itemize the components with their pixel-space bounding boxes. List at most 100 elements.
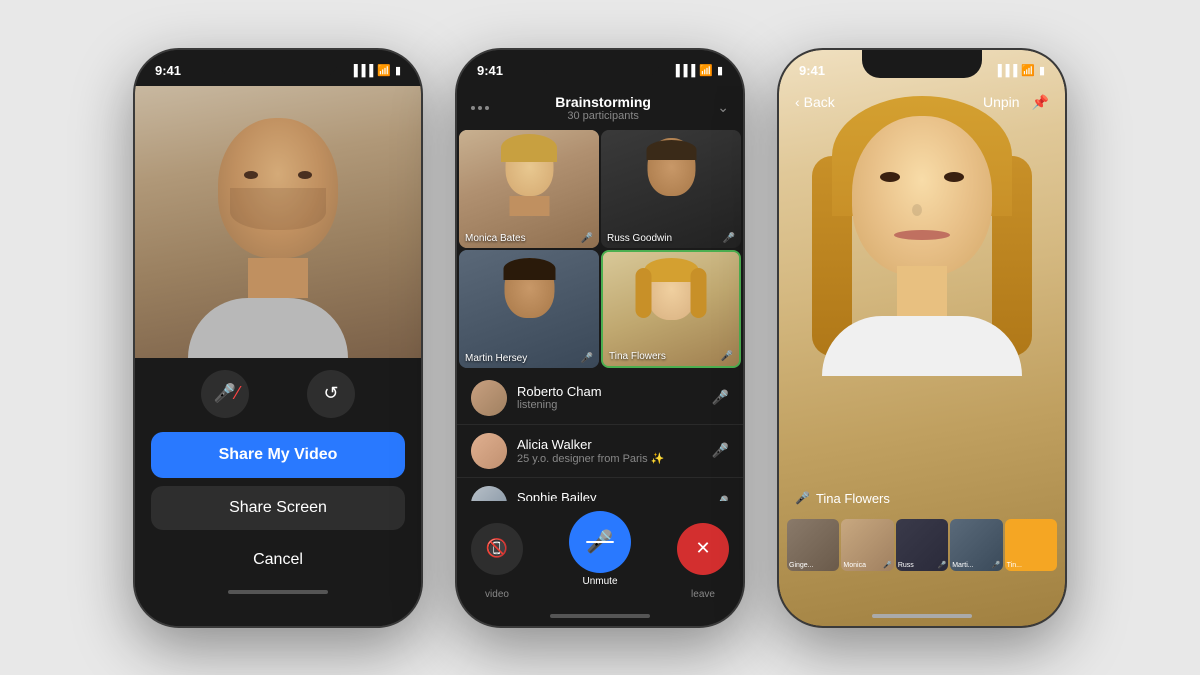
pin-icon: 📌 — [1032, 94, 1049, 111]
roberto-avatar — [471, 380, 507, 416]
thumb-martin-mic: 🎤 — [992, 561, 1001, 569]
unmute-button[interactable]: 🎤 — [569, 511, 631, 573]
martin-mic-icon: 🎤 — [581, 353, 593, 364]
russ-label: Russ Goodwin — [607, 233, 672, 244]
phone3-nav: ‹ Back Unpin 📌 — [779, 86, 1065, 119]
roberto-name: Roberto Cham — [517, 384, 712, 399]
header-actions: Unpin 📌 — [983, 94, 1049, 111]
leave-icon: ✕ — [695, 538, 710, 559]
video-cell-tina[interactable]: Tina Flowers 🎤 — [601, 250, 741, 368]
wifi-icon-3: 📶 — [1021, 64, 1035, 77]
battery-icon-3: ▮ — [1039, 64, 1045, 77]
leave-ctrl-label: leave — [677, 589, 729, 600]
alicia-name: Alicia Walker — [517, 437, 712, 452]
icon-row: 🎤⁄ ↺ — [151, 370, 405, 418]
participant-sophie[interactable]: Sophie Bailey listening 🎤 — [457, 478, 743, 501]
phone1-content: 9:41 ▐▐▐ 📶 ▮ — [135, 50, 421, 626]
martin-face — [502, 258, 557, 326]
back-button[interactable]: ‹ Back — [795, 94, 835, 110]
wifi-icon-1: 📶 — [377, 64, 391, 77]
status-bar-1: 9:41 ▐▐▐ 📶 ▮ — [135, 50, 421, 86]
tina-face-shape — [852, 116, 992, 276]
back-chevron-icon: ‹ — [795, 94, 800, 110]
status-bar-2: 9:41 ▐▐▐ 📶 ▮ — [457, 50, 743, 86]
battery-icon-2: ▮ — [717, 64, 723, 77]
video-cell-martin[interactable]: Martin Hersey 🎤 — [459, 250, 599, 368]
roberto-mic-icon: 🎤 — [712, 389, 729, 406]
beard — [230, 188, 326, 230]
video-off-icon: 📵 — [486, 538, 508, 559]
thumb-monica-mic: 🎤 — [883, 561, 892, 569]
monica-label: Monica Bates — [465, 233, 526, 244]
video-cell-monica[interactable]: Monica Bates 🎤 — [459, 130, 599, 248]
thumb-monica[interactable]: Monica 🎤 — [841, 519, 893, 571]
phone1-controls: 🎤⁄ ↺ Share My Video Share Screen Cancel — [135, 358, 421, 626]
share-video-button[interactable]: Share My Video — [151, 432, 405, 478]
thumb-martin[interactable]: Marti... 🎤 — [950, 519, 1002, 571]
call-controls: 📵 🎤 Unmute ✕ — [457, 501, 743, 587]
more-options-button[interactable] — [471, 106, 489, 110]
mute-button-1[interactable]: 🎤⁄ — [201, 370, 249, 418]
home-bar-3 — [872, 614, 972, 618]
sophie-info: Sophie Bailey listening — [517, 490, 712, 501]
share-screen-button[interactable]: Share Screen — [151, 486, 405, 530]
signal-icon-1: ▐▐▐ — [350, 65, 373, 77]
dot-2 — [478, 106, 482, 110]
mic-off-icon: 🎤⁄ — [214, 383, 236, 404]
unmute-label: Unmute — [582, 576, 617, 587]
thumbnail-strip: Ginge... Monica 🎤 Russ 🎤 Marti... 🎤 Tin.… — [779, 519, 1065, 571]
participant-list: Roberto Cham listening 🎤 Alicia Walker 2… — [457, 372, 743, 501]
thumb-ginger-label: Ginge... — [789, 562, 814, 569]
unpin-button[interactable]: Unpin — [983, 94, 1020, 110]
pinned-name: Tina Flowers — [816, 491, 890, 506]
home-indicator-3 — [779, 614, 1065, 618]
thumb-tina[interactable]: Tin... — [1005, 519, 1057, 571]
tina-body — [822, 316, 1022, 376]
phone-3: 9:41 ▐▐▐ 📶 ▮ ‹ Back Unpin 📌 — [777, 48, 1067, 628]
participant-alicia[interactable]: Alicia Walker 25 y.o. designer from Pari… — [457, 425, 743, 478]
chevron-down-icon[interactable]: ⌄ — [717, 99, 729, 116]
thumb-russ[interactable]: Russ 🎤 — [896, 519, 948, 571]
monica-hair — [501, 134, 557, 162]
martin-video — [459, 250, 599, 368]
video-toggle-button[interactable]: 📵 — [471, 523, 523, 575]
tina-large-face — [822, 96, 1022, 376]
ctrl-labels: video leave — [457, 587, 743, 606]
mic-muted-icon: 🎤 — [586, 529, 613, 555]
tina-video — [603, 252, 739, 366]
right-eye — [298, 171, 312, 179]
thumb-ginger[interactable]: Ginge... — [787, 519, 839, 571]
cancel-button[interactable]: Cancel — [151, 538, 405, 582]
participant-roberto[interactable]: Roberto Cham listening 🎤 — [457, 372, 743, 425]
russ-face — [644, 138, 699, 206]
signal-icon-3: ▐▐▐ — [994, 65, 1017, 77]
status-time-1: 9:41 — [155, 63, 181, 78]
mute-ctrl-label — [569, 589, 631, 600]
face-shape — [208, 118, 348, 288]
status-time-3: 9:41 — [799, 63, 825, 78]
call-title: Brainstorming — [555, 94, 651, 110]
rotate-camera-button[interactable]: ↺ — [307, 370, 355, 418]
call-title-area: Brainstorming 30 participants — [555, 94, 651, 122]
russ-mic-icon: 🎤 — [723, 233, 735, 244]
mute-control-group: 🎤 Unmute — [569, 511, 631, 587]
sophie-name: Sophie Bailey — [517, 490, 712, 501]
wifi-icon-2: 📶 — [699, 64, 713, 77]
monica-video — [459, 130, 599, 248]
alicia-mic-icon: 🎤 — [712, 442, 729, 459]
video-ctrl-label: video — [471, 589, 523, 600]
sophie-avatar — [471, 486, 507, 501]
pinned-person-label: 🎤 Tina Flowers — [795, 491, 890, 506]
tina-neck — [897, 266, 947, 316]
status-bar-3: 9:41 ▐▐▐ 📶 ▮ — [779, 50, 1065, 86]
alicia-status: 25 y.o. designer from Paris ✨ — [517, 452, 712, 465]
dot-3 — [485, 106, 489, 110]
participant-count: 30 participants — [555, 110, 651, 122]
leave-button[interactable]: ✕ — [677, 523, 729, 575]
status-icons-2: ▐▐▐ 📶 ▮ — [672, 64, 723, 77]
status-icons-1: ▐▐▐ 📶 ▮ — [350, 64, 401, 77]
roberto-info: Roberto Cham listening — [517, 384, 712, 411]
phone-1: 9:41 ▐▐▐ 📶 ▮ — [133, 48, 423, 628]
phone-2: 9:41 ▐▐▐ 📶 ▮ Brainstorming 30 participan… — [455, 48, 745, 628]
video-cell-russ[interactable]: Russ Goodwin 🎤 — [601, 130, 741, 248]
